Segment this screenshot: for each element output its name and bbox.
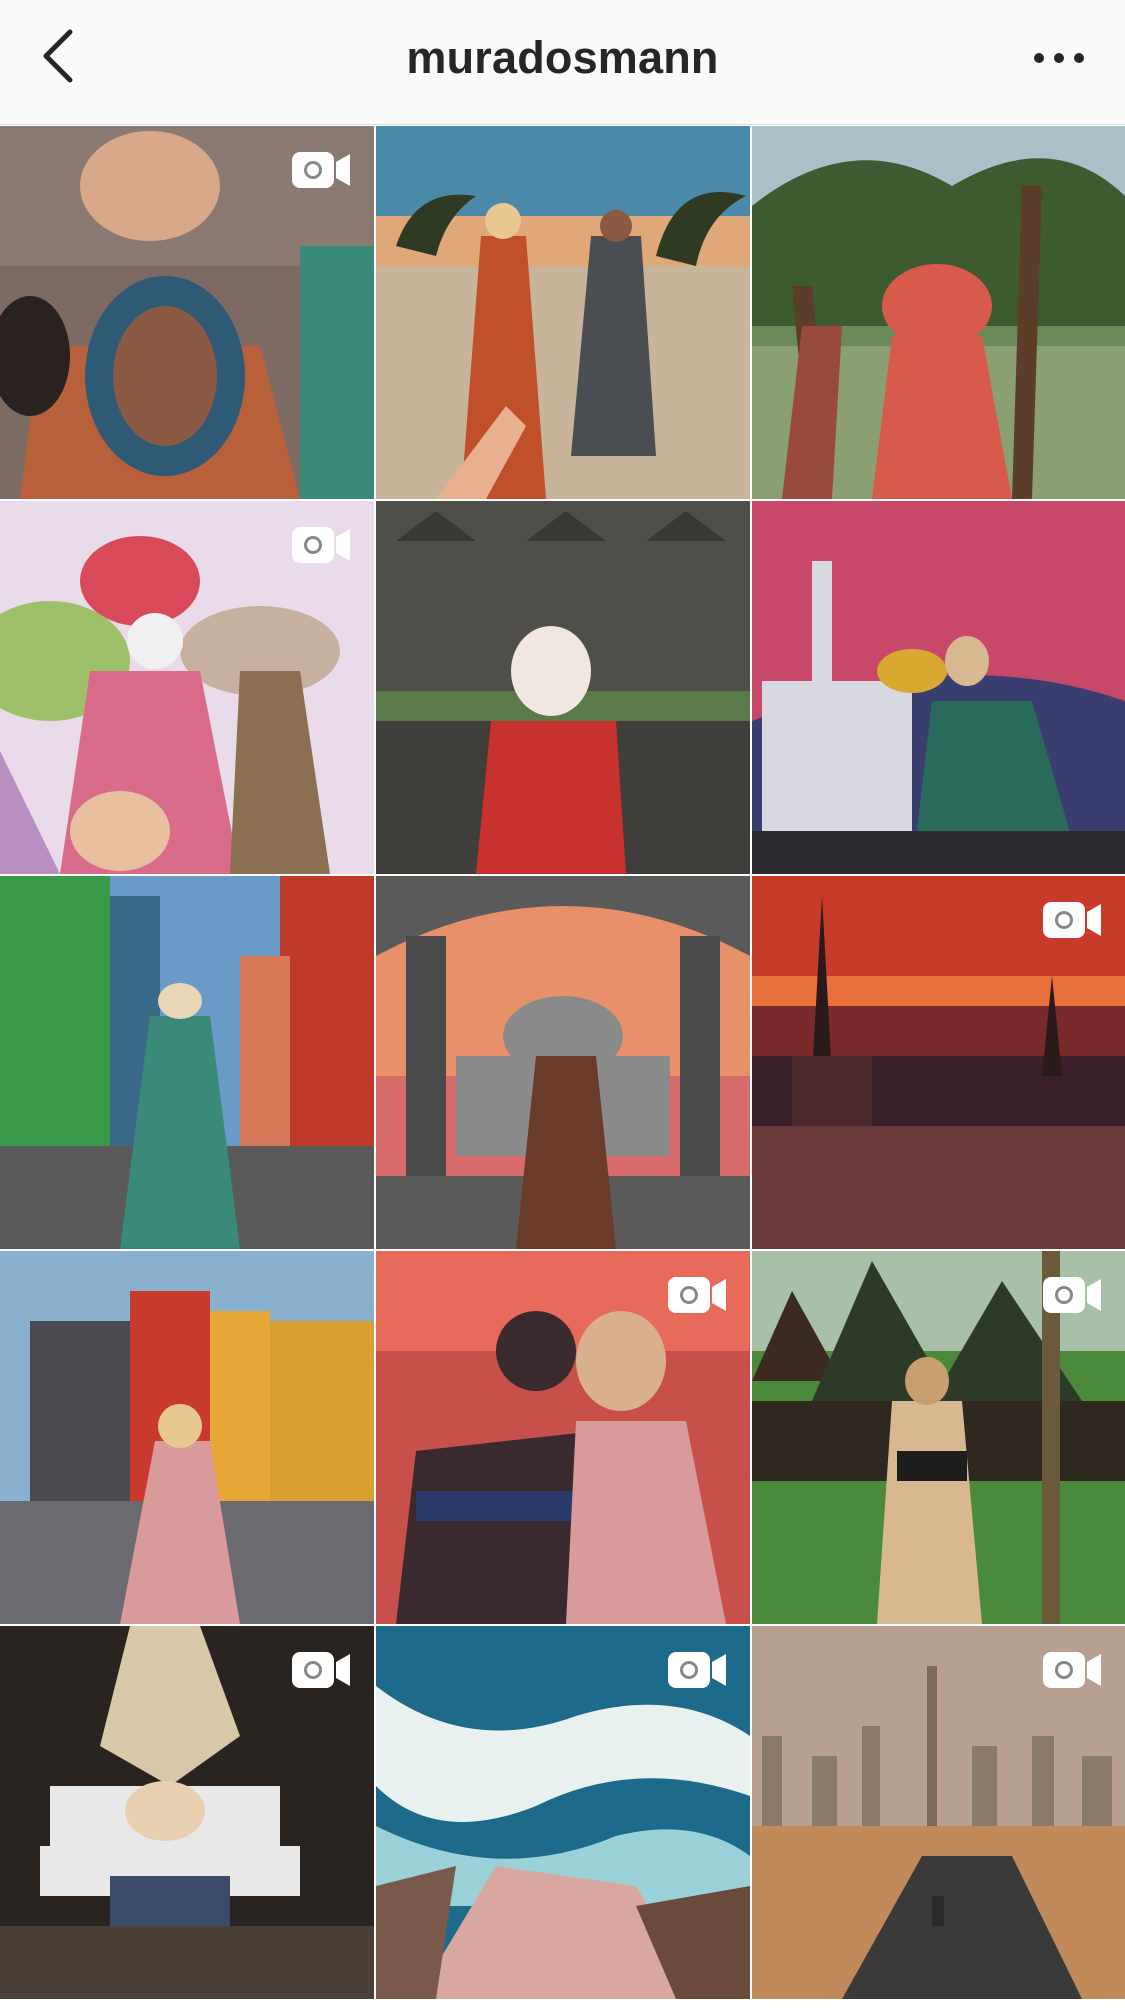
post-thumbnail[interactable]: [0, 876, 374, 1249]
video-camera-icon: [292, 527, 350, 563]
video-camera-icon: [668, 1652, 726, 1688]
video-camera-icon: [1043, 1277, 1101, 1313]
post-image: [376, 126, 750, 499]
post-image: [0, 1251, 374, 1624]
video-camera-icon: [668, 1277, 726, 1313]
post-thumbnail[interactable]: [376, 1626, 750, 1999]
post-image: [376, 876, 750, 1249]
post-thumbnail[interactable]: [0, 501, 374, 874]
profile-username-title: muradosmann: [406, 32, 719, 83]
bottom-spacer: [0, 2000, 1125, 2009]
post-image: [752, 501, 1125, 874]
video-camera-icon: [292, 1652, 350, 1688]
video-camera-icon: [1043, 1652, 1101, 1688]
post-thumbnail[interactable]: [752, 126, 1125, 499]
post-image: [376, 501, 750, 874]
more-horizontal-icon: [1034, 53, 1084, 63]
video-camera-icon: [1043, 902, 1101, 938]
post-image: [752, 126, 1125, 499]
post-image: [0, 876, 374, 1249]
video-camera-icon: [292, 152, 350, 188]
post-thumbnail[interactable]: [752, 1251, 1125, 1624]
post-thumbnail[interactable]: [376, 1251, 750, 1624]
more-options-button[interactable]: [1029, 40, 1089, 76]
post-thumbnail[interactable]: [376, 501, 750, 874]
post-thumbnail[interactable]: [752, 1626, 1125, 1999]
top-navigation-bar: muradosmann: [0, 0, 1125, 125]
post-thumbnail[interactable]: [376, 876, 750, 1249]
post-thumbnail[interactable]: [0, 1626, 374, 1999]
posts-grid: [0, 126, 1125, 1999]
post-thumbnail[interactable]: [0, 126, 374, 499]
post-thumbnail[interactable]: [752, 501, 1125, 874]
post-thumbnail[interactable]: [0, 1251, 374, 1624]
post-thumbnail[interactable]: [752, 876, 1125, 1249]
post-thumbnail[interactable]: [376, 126, 750, 499]
